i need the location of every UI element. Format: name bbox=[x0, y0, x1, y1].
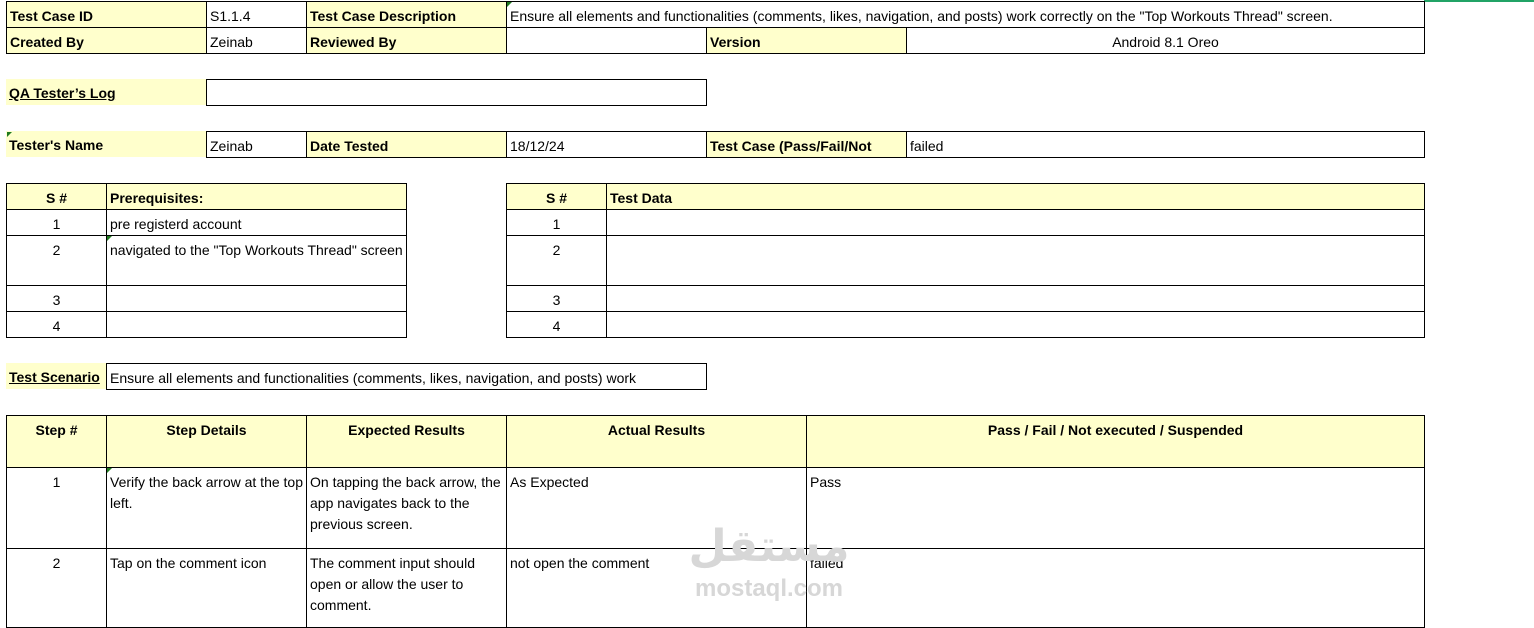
comment-indicator bbox=[7, 132, 12, 137]
test-data-num[interactable]: 1 bbox=[506, 209, 607, 236]
prereq-num[interactable]: 4 bbox=[6, 311, 107, 338]
steps-header-expected: Expected Results bbox=[306, 415, 507, 468]
test-result-value[interactable]: failed bbox=[906, 131, 1425, 158]
steps-header-status: Pass / Fail / Not executed / Suspended bbox=[806, 415, 1425, 468]
test-result-label: Test Case (Pass/Fail/Not bbox=[706, 131, 907, 158]
created-by-value[interactable]: Zeinab bbox=[206, 27, 307, 54]
step-details[interactable]: Tap on the comment icon bbox=[106, 548, 307, 628]
prereq-text[interactable]: pre registerd account bbox=[106, 209, 407, 236]
date-tested-label: Date Tested bbox=[306, 131, 507, 158]
test-data-num-header: S # bbox=[506, 183, 607, 210]
prereq-text[interactable] bbox=[106, 285, 407, 312]
test-data-text[interactable] bbox=[606, 311, 1425, 338]
test-data-text[interactable] bbox=[606, 209, 1425, 236]
description-label: Test Case Description bbox=[306, 1, 507, 28]
comment-indicator bbox=[107, 236, 112, 241]
comment-indicator bbox=[107, 468, 112, 473]
qa-log-value[interactable] bbox=[206, 79, 707, 106]
sheet-selection-indicator bbox=[1424, 0, 1534, 2]
test-scenario-value[interactable]: Ensure all elements and functionalities … bbox=[106, 363, 707, 390]
step-num[interactable]: 2 bbox=[6, 548, 107, 628]
test-data-header: Test Data bbox=[606, 183, 1425, 210]
test-data-num[interactable]: 2 bbox=[506, 235, 607, 286]
comment-indicator bbox=[507, 2, 512, 7]
test-data-text[interactable] bbox=[606, 285, 1425, 312]
watermark-arabic: مستقل bbox=[688, 522, 850, 571]
test-scenario-label: Test Scenario bbox=[6, 363, 106, 389]
version-label: Version bbox=[706, 27, 907, 54]
watermark-latin: mostaql.com bbox=[694, 575, 844, 602]
step-details[interactable]: Verify the back arrow at the top left. bbox=[106, 467, 307, 549]
test-data-text[interactable] bbox=[606, 235, 1425, 286]
version-value[interactable]: Android 8.1 Oreo bbox=[906, 27, 1425, 54]
qa-log-label: QA Tester’s Log bbox=[6, 79, 206, 105]
steps-header-num: Step # bbox=[6, 415, 107, 468]
tester-name-value[interactable]: Zeinab bbox=[206, 131, 307, 158]
description-value[interactable]: Ensure all elements and functionalities … bbox=[506, 1, 1425, 28]
step-status[interactable]: failed bbox=[806, 548, 1425, 628]
prereq-num[interactable]: 2 bbox=[6, 235, 107, 286]
step-expected[interactable]: On tapping the back arrow, the app navig… bbox=[306, 467, 507, 549]
reviewed-by-label: Reviewed By bbox=[306, 27, 507, 54]
prereq-num[interactable]: 3 bbox=[6, 285, 107, 312]
date-tested-value[interactable]: 18/12/24 bbox=[506, 131, 707, 158]
prereq-header: Prerequisites: bbox=[106, 183, 407, 210]
test-data-num[interactable]: 4 bbox=[506, 311, 607, 338]
mostaql-watermark: مستقل mostaql.com bbox=[684, 520, 854, 615]
step-status[interactable]: Pass bbox=[806, 467, 1425, 549]
created-by-label: Created By bbox=[6, 27, 207, 54]
prereq-num-header: S # bbox=[6, 183, 107, 210]
steps-header-details: Step Details bbox=[106, 415, 307, 468]
test-case-id-label: Test Case ID bbox=[6, 1, 207, 28]
prereq-text[interactable] bbox=[106, 311, 407, 338]
step-num[interactable]: 1 bbox=[6, 467, 107, 549]
prereq-text[interactable]: navigated to the "Top Workouts Thread" s… bbox=[106, 235, 407, 286]
prereq-num[interactable]: 1 bbox=[6, 209, 107, 236]
test-data-num[interactable]: 3 bbox=[506, 285, 607, 312]
step-expected[interactable]: The comment input should open or allow t… bbox=[306, 548, 507, 628]
steps-header-actual: Actual Results bbox=[506, 415, 807, 468]
tester-name-label: Tester's Name bbox=[6, 131, 206, 157]
reviewed-by-value[interactable] bbox=[506, 27, 707, 54]
test-case-id-value[interactable]: S1.1.4 bbox=[206, 1, 307, 28]
